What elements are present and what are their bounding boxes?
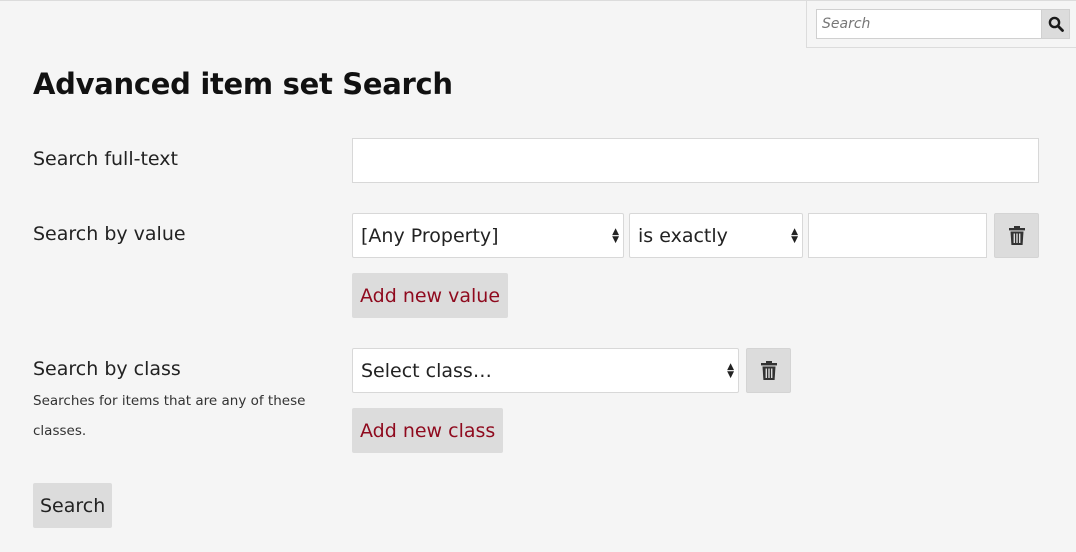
operator-select[interactable]: is exactly ▲ ▼ — [629, 213, 803, 258]
class-select-value: Select class… — [361, 359, 492, 382]
page: Advanced item set Search Search full-tex… — [0, 0, 1076, 552]
remove-class-button[interactable] — [746, 348, 791, 393]
value-input[interactable] — [808, 213, 987, 258]
trash-icon — [1008, 225, 1025, 245]
search-submit-button[interactable]: Search — [33, 483, 113, 528]
select-arrows-icon: ▲ ▼ — [791, 226, 798, 245]
page-title: Advanced item set Search — [33, 67, 453, 101]
search-icon — [1048, 16, 1064, 32]
fulltext-input[interactable] — [352, 138, 1039, 183]
select-arrows-icon: ▲ ▼ — [727, 361, 734, 380]
class-select[interactable]: Select class… ▲ ▼ — [352, 348, 739, 393]
add-new-value-button[interactable]: Add new value — [352, 273, 509, 318]
select-arrows-icon: ▲ ▼ — [612, 226, 619, 245]
property-select[interactable]: [Any Property] ▲ ▼ — [352, 213, 624, 258]
remove-value-button[interactable] — [994, 213, 1039, 258]
property-select-value: [Any Property] — [361, 224, 499, 247]
class-search-label: Search by class — [33, 358, 181, 380]
class-search-hint: Searches for items that are any of these… — [33, 393, 306, 439]
top-search-button[interactable] — [1042, 9, 1070, 39]
value-search-label: Search by value — [33, 223, 186, 245]
top-search-input[interactable] — [816, 9, 1042, 39]
operator-select-value: is exactly — [638, 224, 728, 247]
fulltext-label: Search full-text — [33, 148, 178, 170]
add-new-class-button[interactable]: Add new class — [352, 408, 504, 453]
top-search-container — [806, 1, 1076, 48]
trash-icon — [760, 360, 777, 380]
